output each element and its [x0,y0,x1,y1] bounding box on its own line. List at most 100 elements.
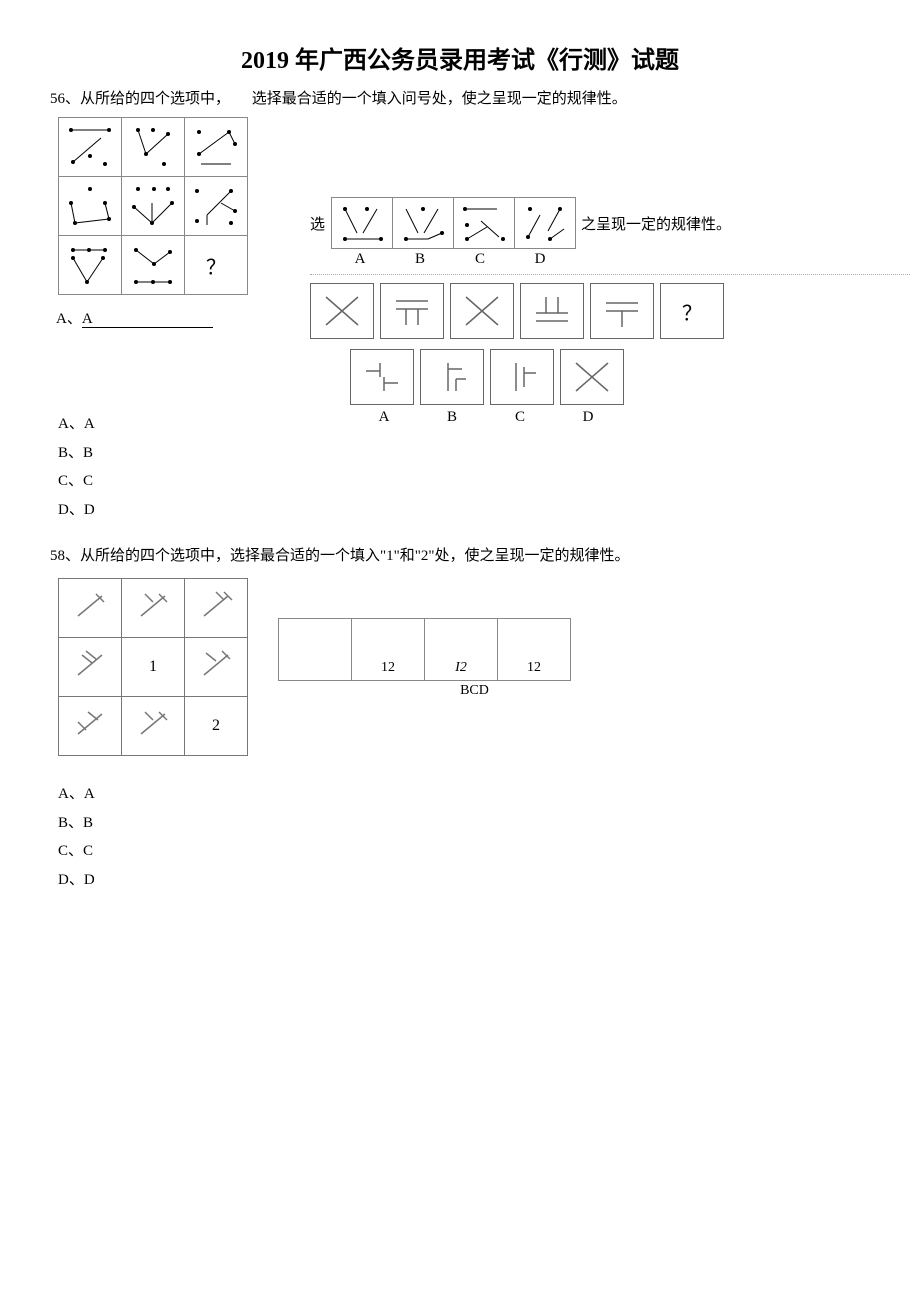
grid-cell [185,638,248,697]
grid-cell [59,638,122,697]
pattern-icon [191,183,241,229]
choice-d[interactable]: D、D [58,496,870,525]
opt-suffix: 之呈现一定的规律性。 [581,213,731,234]
choice-b[interactable]: B、B [58,439,870,468]
option-a-cell[interactable] [331,197,393,249]
pattern-icon [128,183,178,229]
opt-prefix: 选 [310,213,325,234]
q57-sequence: ？ [310,283,910,339]
seq-cell-2 [380,283,444,339]
line-pattern-icon [390,291,434,331]
seq-cell-4 [520,283,584,339]
choice-d[interactable]: D、D [58,866,870,895]
placeholder-1: 1 [149,658,157,675]
q58-stem: 58、从所给的四个选项中，选择最合适的一个填入"1"和"2"处，使之呈现一定的规… [50,544,870,568]
line-pattern-icon [360,357,404,397]
stroke-icon [131,704,175,744]
q56-options-overlay: 选 之呈现一定的规律性。 A B C D ？ [310,197,910,426]
q58-opt-d[interactable]: 12 [498,619,571,681]
grid-cell [122,118,185,177]
cross-icon [320,291,364,331]
grid-cell [59,579,122,638]
q58-figure-area: 1 2 12 I2 12 BCD [50,578,870,756]
line-pattern-icon [500,357,544,397]
grid-cell [185,579,248,638]
stroke-icon [68,645,112,685]
q57-option-c[interactable] [490,349,554,405]
q56-figure-area: ？ 选 之呈现一定的规律性。 A B C D ？ [50,117,870,295]
q57-option-a[interactable] [350,349,414,405]
pattern-icon [128,124,178,170]
stroke-icon [194,586,238,626]
stroke-icon [68,586,112,626]
grid-cell [185,177,248,236]
q56-grid: ？ [58,117,248,295]
pattern-icon [128,242,178,288]
q57-option-d[interactable] [560,349,624,405]
stroke-icon [68,704,112,744]
choice-a[interactable]: A、A [58,780,870,809]
grid-cell [59,697,122,756]
grid-cell: 2 [185,697,248,756]
pattern-icon [337,203,387,243]
q58-opt-c[interactable]: I2 [425,619,498,681]
option-d-cell[interactable] [514,197,576,249]
pattern-icon [520,203,570,243]
grid-cell [59,118,122,177]
option-c-cell[interactable] [453,197,515,249]
seq-cell-1 [310,283,374,339]
stroke-icon [194,645,238,685]
q57-option-b[interactable] [420,349,484,405]
opt-label-a: A [350,409,418,426]
placeholder-2: 2 [212,717,220,734]
grid-cell: 1 [122,638,185,697]
q58-opt-label-row: BCD [378,683,571,699]
q56-stem-text: 选择最合适的一个填入问号处，使之呈现一定的规律性。 [252,91,627,107]
choice-c[interactable]: C、C [58,837,870,866]
option-b-cell[interactable] [392,197,454,249]
q57-opt-labels: A B C D [350,409,910,426]
pattern-icon [459,203,509,243]
pattern-icon [65,242,115,288]
q58-grid: 1 2 [58,578,248,756]
pattern-icon [65,183,115,229]
opt-label-b: B [418,409,486,426]
stroke-icon [131,586,175,626]
question-mark: ？ [682,297,702,326]
choice-b[interactable]: B、B [58,809,870,838]
cross-icon [460,291,504,331]
q56-option-row: 选 之呈现一定的规律性。 [310,197,910,249]
pattern-icon [191,124,241,170]
pattern-icon [65,124,115,170]
grid-cell [122,697,185,756]
opt-label-b: B [390,251,450,268]
q57-options [350,349,910,405]
seq-cell-q: ？ [660,283,724,339]
grid-cell [122,236,185,295]
seq-cell-5 [590,283,654,339]
q58-choices: A、A B、B C、C D、D [58,780,870,894]
grid-cell [59,177,122,236]
q58-opt-b[interactable]: 12 [352,619,425,681]
q57-choices: A、A B、B C、C D、D [58,410,870,524]
dotted-divider [310,274,910,275]
q56-opt-labels: A B C D [330,251,910,268]
q58-options-wrap: 12 I2 12 BCD [278,578,571,699]
grid-cell [59,236,122,295]
a-underline-text: A [82,311,213,328]
grid-cell [122,177,185,236]
q58-opt-a[interactable] [279,619,352,681]
choice-c[interactable]: C、C [58,467,870,496]
opt-label-c: C [450,251,510,268]
opt-label-a: A [330,251,390,268]
a-prefix: A、 [56,311,82,327]
question-mark: ？ [206,257,226,279]
cross-icon [570,357,614,397]
line-pattern-icon [430,357,474,397]
line-pattern-icon [600,291,644,331]
grid-cell [185,118,248,177]
opt-label-d: D [554,409,622,426]
grid-cell: ？ [185,236,248,295]
q56-stem: 56、从所给的四个选项中， 选择最合适的一个填入问号处，使之呈现一定的规律性。 [50,87,870,111]
line-pattern-icon [530,291,574,331]
